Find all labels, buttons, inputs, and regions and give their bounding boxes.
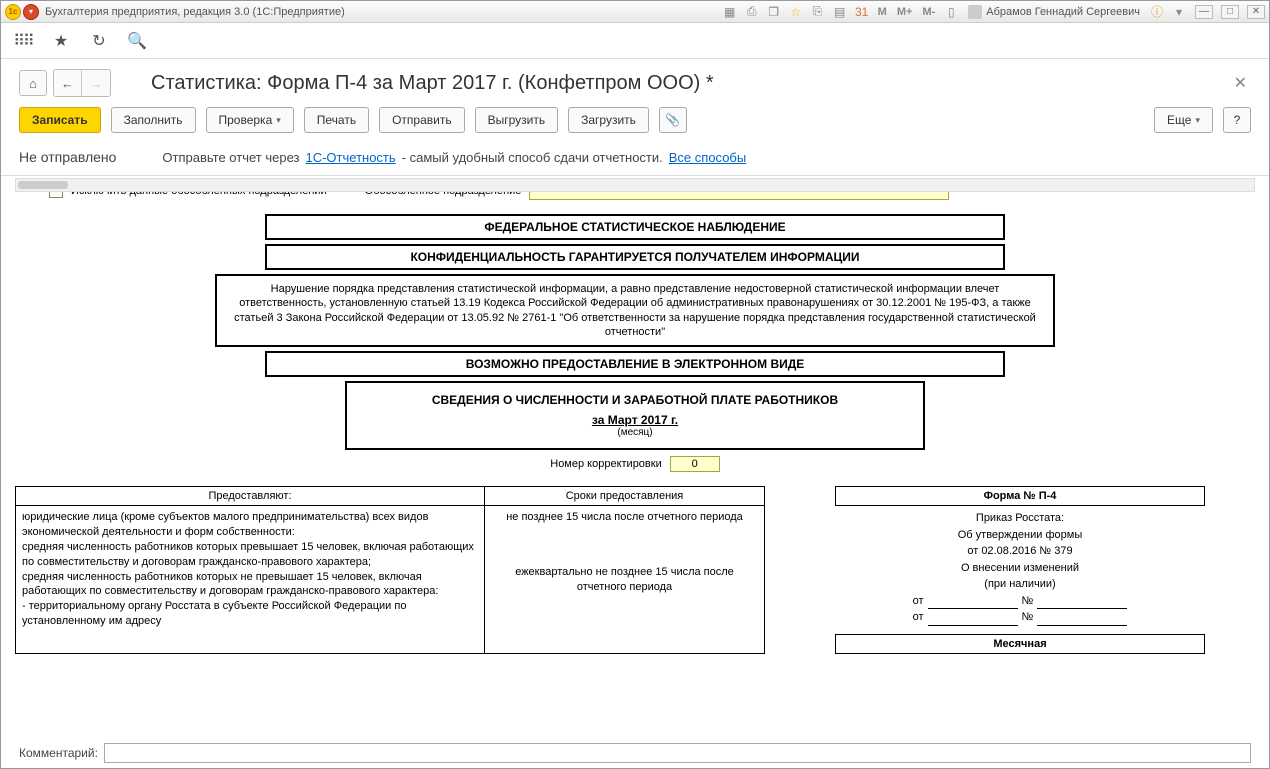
write-button[interactable]: Записать (19, 107, 101, 133)
doc-icon[interactable]: ❐ (766, 4, 782, 20)
col-mid-line2: ежеквартально не позднее 15 числа после … (491, 565, 758, 595)
user-name: Абрамов Геннадий Сергеевич (986, 6, 1140, 18)
maximize-button[interactable]: □ (1221, 5, 1239, 19)
r-l2: Об утверждении формы (835, 527, 1205, 544)
apps-icon[interactable]: ⠿⠿ (13, 31, 33, 51)
box-period-note: (месяц) (357, 427, 913, 438)
box-title-line: СВЕДЕНИЯ О ЧИСЛЕННОСТИ И ЗАРАБОТНОЙ ПЛАТ… (357, 393, 913, 407)
print-icon[interactable]: ⎙ (744, 4, 760, 20)
title-bar: 1c ▾ Бухгалтерия предприятия, редакция 3… (1, 1, 1269, 23)
box-warning: Нарушение порядка представления статисти… (215, 274, 1055, 347)
calendar-icon[interactable]: 31 (854, 4, 870, 20)
search-icon[interactable]: 🔍 (127, 31, 147, 51)
main-toolbar: ⠿⠿ ★ ↻ 🔍 (1, 23, 1269, 59)
col-mid-line1: не позднее 15 числа после отчетного пери… (491, 510, 758, 525)
col-right-body: Приказ Росстата: Об утверждении формы от… (835, 506, 1205, 630)
send-button[interactable]: Отправить (379, 107, 465, 133)
more-button[interactable]: Еще (1154, 107, 1213, 133)
correction-input[interactable] (670, 456, 720, 472)
app-menu-icon[interactable]: ▾ (23, 4, 39, 20)
help-button[interactable]: ? (1223, 107, 1251, 133)
comment-label: Комментарий: (19, 746, 98, 760)
favorite-icon[interactable]: ★ (51, 31, 71, 51)
comment-row: Комментарий: (1, 738, 1269, 768)
status-line: Не отправлено Отправьте отчет через 1С-О… (1, 143, 1269, 175)
link-icon[interactable]: ⎘ (810, 4, 826, 20)
all-methods-link[interactable]: Все способы (669, 150, 746, 165)
page-title: Статистика: Форма П-4 за Март 2017 г. (К… (151, 72, 1230, 95)
status-text-1: Отправьте отчет через (162, 150, 299, 165)
correction-label: Номер корректировки (550, 458, 661, 470)
info-icon[interactable]: ⓘ (1149, 4, 1165, 20)
col-left-head: Предоставляют: (16, 487, 484, 506)
import-button[interactable]: Загрузить (568, 107, 649, 133)
page-header: ⌂ ← → Статистика: Форма П-4 за Март 2017… (1, 59, 1269, 103)
calc-icon[interactable]: ▤ (832, 4, 848, 20)
star-icon[interactable]: ☆ (788, 4, 804, 20)
user-menu[interactable]: Абрамов Геннадий Сергеевич (965, 5, 1143, 19)
col-mid-body: не позднее 15 числа после отчетного пери… (485, 506, 764, 599)
check-button[interactable]: Проверка (206, 107, 294, 133)
attach-button[interactable]: 📎 (659, 107, 687, 133)
dropdown-icon[interactable]: ▾ (1171, 4, 1187, 20)
box-federal: ФЕДЕРАЛЬНОЕ СТАТИСТИЧЕСКОЕ НАБЛЮДЕНИЕ (265, 214, 1005, 240)
col-mid-head: Сроки предоставления (485, 487, 764, 506)
nav-icon[interactable]: ▦ (722, 4, 738, 20)
box-confidential: КОНФИДЕНЦИАЛЬНОСТЬ ГАРАНТИРУЕТСЯ ПОЛУЧАТ… (265, 244, 1005, 270)
memory-mplus[interactable]: М+ (895, 6, 915, 18)
box-electronic: ВОЗМОЖНО ПРЕДОСТАВЛЕНИЕ В ЭЛЕКТРОННОМ ВИ… (265, 351, 1005, 377)
horizontal-scrollbar[interactable] (15, 178, 1255, 192)
forward-button[interactable]: → (82, 70, 110, 96)
logo-icon: 1c (5, 4, 21, 20)
reporting-link[interactable]: 1С-Отчетность (305, 150, 395, 165)
status-text-2: - самый удобный способ сдачи отчетности. (402, 150, 663, 165)
title-bar-tools: ▦ ⎙ ❐ ☆ ⎘ ▤ 31 М М+ М- ▯ Абрамов Геннади… (722, 4, 1265, 20)
ot-line-2: от № (835, 609, 1205, 626)
col-right: Форма № П-4 Приказ Росстата: Об утвержде… (835, 486, 1205, 654)
avatar-icon (968, 5, 982, 19)
r-l5: (при наличии) (835, 576, 1205, 593)
r-l3: от 02.08.2016 № 379 (835, 543, 1205, 560)
status-label: Не отправлено (19, 149, 116, 165)
correction-row: Номер корректировки (15, 456, 1255, 472)
back-button[interactable]: ← (54, 70, 82, 96)
nav-group: ← → (53, 69, 111, 97)
col-right-head: Форма № П-4 (835, 486, 1205, 506)
home-button[interactable]: ⌂ (19, 70, 47, 96)
close-window-button[interactable]: ✕ (1247, 5, 1265, 19)
close-page-button[interactable]: ✕ (1230, 69, 1251, 97)
lower-table: Предоставляют: юридические лица (кроме с… (15, 486, 1255, 654)
app-title: Бухгалтерия предприятия, редакция 3.0 (1… (45, 6, 345, 18)
r-l1: Приказ Росстата: (835, 510, 1205, 527)
box-title: СВЕДЕНИЯ О ЧИСЛЕННОСТИ И ЗАРАБОТНОЙ ПЛАТ… (345, 381, 925, 450)
app-window: 1c ▾ Бухгалтерия предприятия, редакция 3… (0, 0, 1270, 769)
memory-m[interactable]: М (876, 6, 889, 18)
action-bar: Записать Заполнить Проверка Печать Отпра… (1, 103, 1269, 143)
col-left-body: юридические лица (кроме субъектов малого… (16, 506, 484, 633)
monthly-box: Месячная (835, 634, 1205, 654)
comment-input[interactable] (104, 743, 1251, 763)
minimize-button[interactable]: — (1195, 5, 1213, 19)
document-area: Исключить данные обособленных подразделе… (1, 175, 1269, 738)
print-button[interactable]: Печать (304, 107, 369, 133)
r-l4: О внесении изменений (835, 560, 1205, 577)
box-period: за Март 2017 г. (357, 413, 913, 427)
ot-line-1: от № (835, 593, 1205, 610)
history-icon[interactable]: ↻ (89, 31, 109, 51)
panel-icon[interactable]: ▯ (943, 4, 959, 20)
document-scroll[interactable]: Исключить данные обособленных подразделе… (1, 176, 1269, 708)
fill-button[interactable]: Заполнить (111, 107, 196, 133)
memory-mminus[interactable]: М- (920, 6, 937, 18)
col-mid: Сроки предоставления не позднее 15 числа… (485, 486, 765, 654)
col-left: Предоставляют: юридические лица (кроме с… (15, 486, 485, 654)
export-button[interactable]: Выгрузить (475, 107, 559, 133)
